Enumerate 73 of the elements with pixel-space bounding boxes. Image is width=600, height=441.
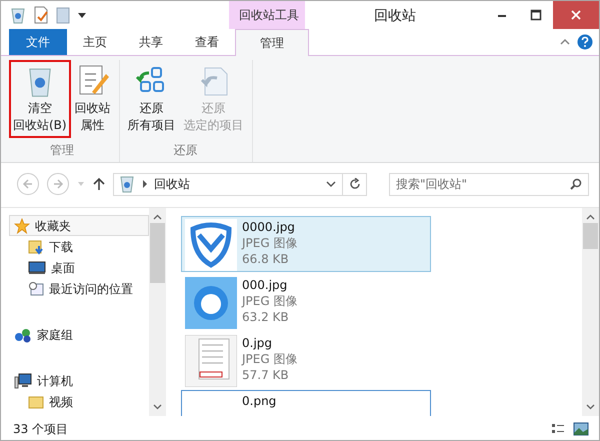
up-arrow-icon[interactable]: [93, 177, 105, 191]
file-size: 57.7 KB: [242, 367, 290, 383]
file-name: 0.jpg: [242, 335, 274, 351]
back-arrow-icon: [22, 178, 34, 190]
ribbon-tab[interactable]: 共享: [123, 29, 179, 55]
scroll-down-icon[interactable]: [586, 404, 595, 410]
ribbon-tab[interactable]: 管理: [235, 29, 309, 56]
nav-item[interactable]: 最近访问的位置: [9, 278, 149, 299]
chat-bubble-thumbnail: [185, 277, 237, 329]
details-view-icon[interactable]: [551, 422, 565, 434]
ribbon-button[interactable]: 还原 所有项目: [124, 60, 180, 138]
address-bar[interactable]: 回收站: [113, 172, 343, 196]
scroll-thumb[interactable]: [583, 223, 598, 249]
nav-item[interactable]: 桌面: [9, 257, 149, 278]
search-icon: [570, 178, 582, 190]
recent-places-icon: [28, 280, 44, 296]
forward-arrow-icon: [52, 178, 64, 190]
scroll-up-icon[interactable]: [586, 214, 595, 220]
file-item[interactable]: 0000.jpg JPEG 图像 66.8 KB: [181, 216, 431, 272]
screenshot-thumbnail: [185, 335, 237, 387]
shield-logo-thumbnail: [185, 219, 237, 271]
nav-item[interactable]: 计算机: [9, 370, 149, 391]
file-name: 000.jpg: [242, 277, 288, 293]
scroll-down-icon[interactable]: [153, 404, 162, 410]
file-size: 63.2 KB: [242, 309, 290, 325]
nav-item[interactable]: 视频: [9, 391, 149, 412]
ribbon-button[interactable]: 清空 回收站(B): [9, 60, 71, 138]
scrollbar[interactable]: [582, 208, 599, 416]
window-title: 回收站: [373, 7, 417, 26]
search-field[interactable]: 搜索"回收站": [389, 172, 589, 196]
scrollbar[interactable]: [149, 208, 166, 416]
file-size: 66.8 KB: [242, 251, 290, 267]
recycle-bin-icon[interactable]: [9, 6, 27, 24]
file-name: 0000.jpg: [242, 219, 296, 235]
file-menu-tab[interactable]: 文件: [9, 29, 67, 55]
large-icons-view-icon[interactable]: [573, 422, 589, 436]
download-folder-icon: [28, 238, 44, 254]
file-type: JPEG 图像: [242, 235, 298, 251]
scroll-thumb[interactable]: [150, 223, 165, 283]
ribbon-button[interactable]: 回收站 属性: [70, 60, 115, 138]
close-button[interactable]: [553, 1, 599, 29]
nav-item[interactable]: 收藏夹: [9, 215, 149, 236]
file-item[interactable]: 0.png: [181, 390, 431, 416]
ribbon-tab[interactable]: 查看: [179, 29, 235, 55]
desktop-icon: [28, 260, 46, 274]
item-count: 33 个项目: [13, 420, 68, 438]
recycle-bin-icon: [118, 175, 136, 193]
context-tab-group: 回收站工具: [229, 1, 305, 29]
close-icon: [571, 10, 581, 20]
scroll-up-icon[interactable]: [153, 214, 162, 220]
help-icon[interactable]: [577, 34, 593, 50]
nav-item[interactable]: 家庭组: [9, 324, 149, 345]
maximize-button[interactable]: [530, 9, 542, 21]
breadcrumb-arrow-icon: [142, 180, 148, 188]
nav-item[interactable]: 下载: [9, 236, 149, 257]
file-type: JPEG 图像: [242, 351, 298, 367]
homegroup-icon: [14, 326, 32, 342]
file-item[interactable]: 000.jpg JPEG 图像 63.2 KB: [181, 274, 431, 330]
dropdown-icon[interactable]: [77, 10, 87, 20]
star-icon: [14, 218, 30, 234]
group-label: 还原: [174, 142, 198, 159]
file-type: JPEG 图像: [242, 293, 298, 309]
dropdown-icon[interactable]: [326, 180, 336, 188]
folder-icon: [28, 394, 44, 408]
refresh-button[interactable]: [343, 172, 367, 196]
properties-icon[interactable]: [33, 6, 49, 24]
group-label: 管理: [50, 142, 74, 159]
refresh-icon: [348, 178, 360, 190]
file-item[interactable]: 0.jpg JPEG 图像 57.7 KB: [181, 332, 431, 388]
ribbon-tab[interactable]: 主页: [67, 29, 123, 55]
file-name: 0.png: [242, 393, 276, 409]
computer-icon: [14, 372, 32, 388]
address-path[interactable]: 回收站: [154, 175, 320, 193]
